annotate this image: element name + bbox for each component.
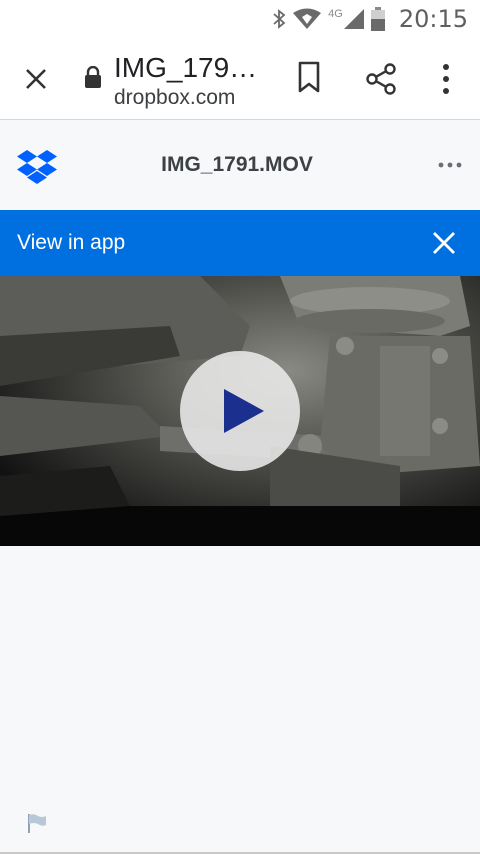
signal-icon — [343, 9, 364, 29]
url-domain[interactable]: dropbox.com — [114, 86, 235, 110]
status-bar: 4G 20:15 — [0, 0, 480, 38]
battery-icon — [370, 7, 385, 31]
wifi-icon — [293, 8, 322, 29]
video-player[interactable] — [0, 276, 480, 546]
bluetooth-icon — [273, 9, 286, 29]
tab-title[interactable]: IMG_179… — [114, 52, 257, 84]
bookmark-icon[interactable] — [296, 60, 322, 94]
view-in-app-label[interactable]: View in app — [17, 231, 125, 255]
share-icon[interactable] — [364, 62, 398, 96]
status-icons: 4G 20:15 — [272, 4, 468, 34]
file-name: IMG_1791.MOV — [161, 153, 313, 176]
browser-toolbar: IMG_179… dropbox.com — [0, 38, 480, 120]
view-in-app-banner[interactable]: View in app — [0, 210, 480, 276]
lock-icon — [85, 66, 101, 88]
close-banner-icon[interactable] — [432, 231, 456, 255]
more-horiz-icon[interactable] — [438, 155, 462, 175]
clock: 20:15 — [398, 5, 468, 33]
play-button[interactable] — [180, 351, 300, 471]
play-icon — [224, 389, 264, 433]
dropbox-header: IMG_1791.MOV — [0, 121, 480, 210]
flag-icon[interactable] — [26, 812, 48, 834]
network-type: 4G — [328, 8, 343, 20]
more-vert-icon[interactable] — [432, 62, 460, 96]
close-icon[interactable] — [20, 63, 52, 95]
